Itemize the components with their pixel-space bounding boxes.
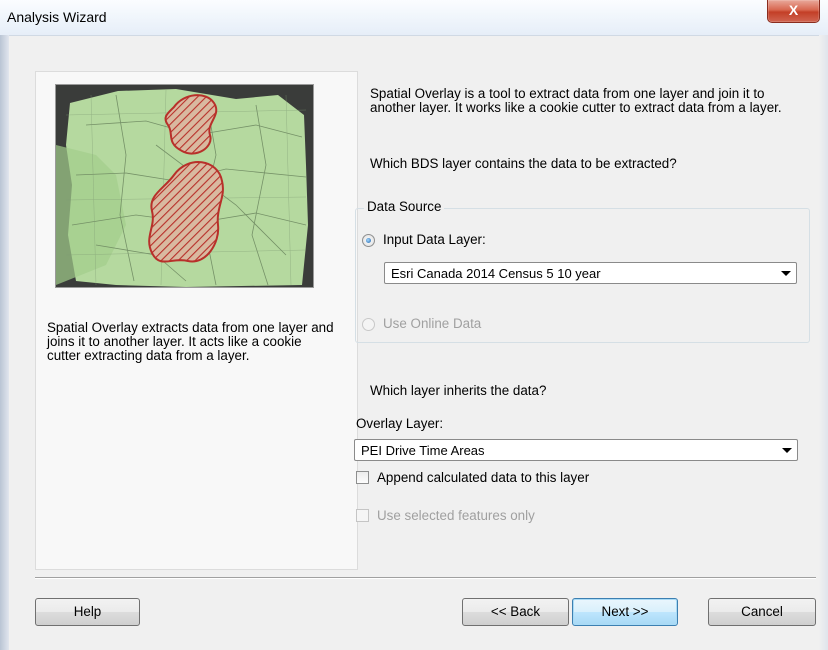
close-icon: X xyxy=(788,2,799,18)
title-bar: Analysis Wizard X xyxy=(0,0,828,36)
cancel-button[interactable]: Cancel xyxy=(708,598,816,626)
data-source-group-label: Data Source xyxy=(364,199,445,214)
use-selected-features-checkbox[interactable] xyxy=(356,509,369,522)
overlay-layer-value: PEI Drive Time Areas xyxy=(361,443,485,458)
map-illustration-svg xyxy=(56,85,313,287)
back-button[interactable]: << Back xyxy=(462,598,569,626)
intro-text: Spatial Overlay is a tool to extract dat… xyxy=(370,86,782,115)
question-source-layer: Which BDS layer contains the data to be … xyxy=(370,156,677,171)
append-data-label[interactable]: Append calculated data to this layer xyxy=(377,470,589,485)
input-data-layer-radio[interactable] xyxy=(362,234,375,247)
input-data-layer-dropdown[interactable]: Esri Canada 2014 Census 5 10 year xyxy=(384,262,797,284)
use-selected-features-label[interactable]: Use selected features only xyxy=(377,508,535,523)
next-button[interactable]: Next >> xyxy=(572,598,678,626)
input-data-layer-label[interactable]: Input Data Layer: xyxy=(383,232,486,247)
help-button[interactable]: Help xyxy=(35,598,140,626)
chevron-down-icon xyxy=(782,448,792,453)
overlay-layer-dropdown[interactable]: PEI Drive Time Areas xyxy=(354,439,798,461)
close-button[interactable]: X xyxy=(767,0,820,23)
footer-separator xyxy=(35,577,816,579)
input-data-layer-value: Esri Canada 2014 Census 5 10 year xyxy=(391,266,601,281)
use-online-data-label[interactable]: Use Online Data xyxy=(383,316,481,331)
tool-description: Spatial Overlay extracts data from one l… xyxy=(47,320,334,363)
chevron-down-icon xyxy=(781,271,791,276)
window-title: Analysis Wizard xyxy=(7,9,107,25)
append-data-checkbox[interactable] xyxy=(356,471,369,484)
use-online-data-radio[interactable] xyxy=(362,318,375,331)
analysis-wizard-window: Analysis Wizard X Spatial Overlay extrac… xyxy=(0,0,828,650)
overlay-layer-label: Overlay Layer: xyxy=(356,416,444,431)
window-right-edge xyxy=(819,35,828,650)
question-overlay-layer: Which layer inherits the data? xyxy=(370,383,547,398)
window-left-edge xyxy=(0,35,9,650)
spatial-overlay-illustration xyxy=(55,84,314,288)
